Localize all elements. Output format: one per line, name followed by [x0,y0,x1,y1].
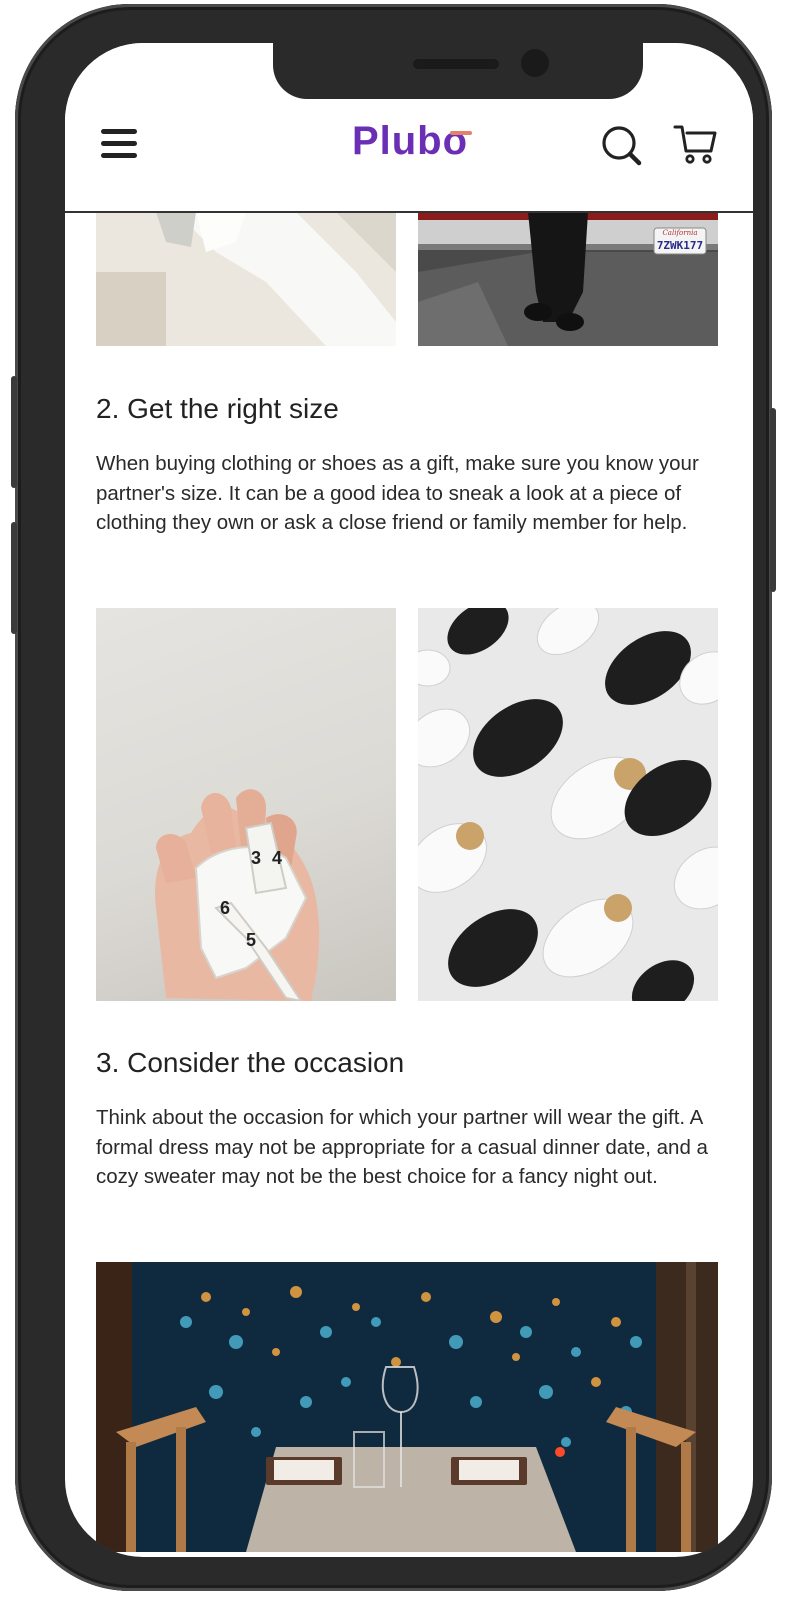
photo-measuring-tape: 6 5 3 4 [96,608,396,1001]
license-plate-number: 7ZWK177 [656,239,704,252]
photo-sneakers-pattern [418,608,718,1001]
section-body: Think about the occasion for which your … [96,1106,708,1188]
phone-notch [273,43,643,99]
site-header: Plubo [65,43,753,213]
side-button [11,522,17,634]
front-camera [521,49,549,77]
screen: Plubo California 7ZWK177 2. Get the righ… [65,43,753,1557]
photo-white-pants [96,212,396,346]
shopping-cart-icon[interactable] [673,121,719,167]
brand-logo[interactable]: Plubo [335,119,485,165]
tape-number: 5 [246,930,257,950]
speaker-grille [413,59,499,69]
section-heading: 2. Get the right size [96,393,339,424]
search-icon[interactable] [601,125,645,169]
logo-accent [450,131,472,135]
section-heading: 3. Consider the occasion [96,1047,405,1078]
side-button [11,376,17,488]
tape-number: 4 [272,848,283,868]
tape-number: 6 [220,898,231,918]
section-body: When buying clothing or shoes as a gift,… [96,452,699,534]
photo-car-bumper: California 7ZWK177 [418,212,718,346]
tape-number: 3 [251,848,262,868]
phone-frame: Plubo California 7ZWK177 2. Get the righ… [11,4,776,1591]
side-button [770,408,776,592]
photo-restaurant-city-view [96,1262,718,1552]
license-plate-state: California [662,229,698,237]
hamburger-menu-icon[interactable] [101,129,137,161]
